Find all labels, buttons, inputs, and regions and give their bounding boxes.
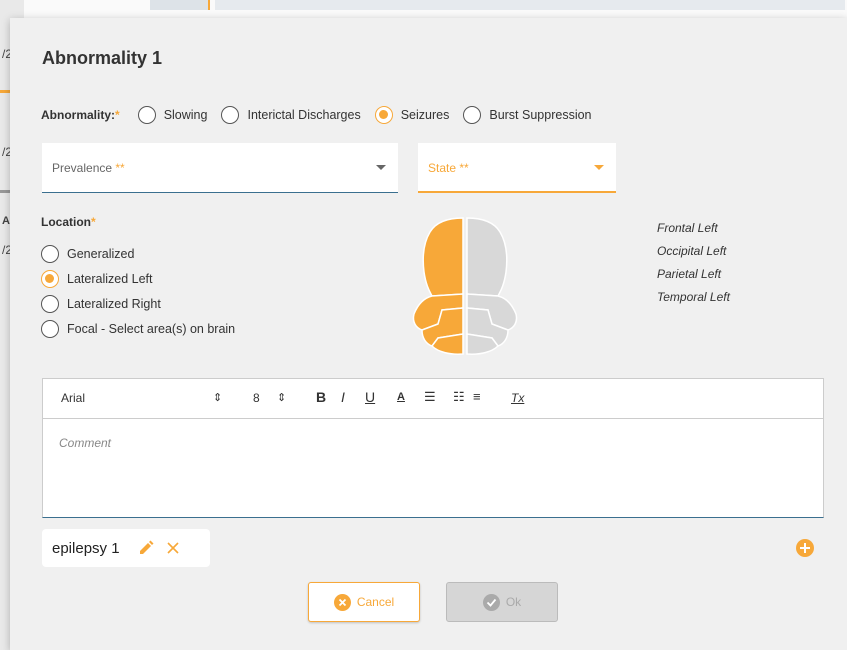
brain-region-frontal-left[interactable] <box>422 217 464 297</box>
radio-lateralized-right[interactable]: Lateralized Right <box>41 291 235 316</box>
chevron-down-icon <box>594 165 604 170</box>
radio-interictal-discharges[interactable]: Interictal Discharges <box>221 106 361 124</box>
check-icon <box>482 593 500 611</box>
close-icon[interactable] <box>166 541 180 555</box>
chip-label: epilepsy 1 <box>52 539 120 557</box>
prevalence-select[interactable]: Prevalence ** <box>42 143 398 193</box>
location-label: Location* <box>41 215 96 229</box>
bold-icon[interactable]: B <box>316 389 326 405</box>
radio-circle[interactable] <box>221 106 240 124</box>
abnormality-dialog: Abnormality 1 Abnormality:* Slowing Inte… <box>10 18 847 650</box>
radio-circle[interactable] <box>137 106 156 124</box>
ok-label: Ok <box>505 595 522 609</box>
brain-region-frontal-right[interactable] <box>466 217 508 297</box>
font-family-select[interactable]: Arial <box>61 391 85 405</box>
font-family-stepper-icon[interactable]: ⇕ <box>213 391 222 404</box>
radio-circle[interactable] <box>41 294 59 313</box>
state-label: State ** <box>428 161 469 175</box>
radio-focal[interactable]: Focal - Select area(s) on brain <box>41 316 235 341</box>
selected-area: Frontal Left <box>657 221 718 235</box>
selected-areas-list: Frontal Left Occipital Left Parietal Lef… <box>657 217 730 309</box>
add-icon[interactable] <box>796 539 814 557</box>
abnormality-label: Abnormality:* <box>41 108 120 122</box>
radio-circle-checked[interactable] <box>41 269 59 288</box>
dialog-title: Abnormality 1 <box>42 48 163 68</box>
comment-editor: Arial ⇕ 8 ⇕ B I U A ☰ ☷ ≡ Tx Comment <box>42 378 824 518</box>
italic-icon[interactable]: I <box>341 389 345 405</box>
align-icon[interactable]: ☰ <box>424 389 436 405</box>
brain-map[interactable] <box>408 216 522 356</box>
font-size-select[interactable]: 8 <box>253 391 260 405</box>
radio-seizures[interactable]: Seizures <box>374 106 449 124</box>
ordered-list-icon[interactable]: ☷ <box>453 389 465 405</box>
radio-circle[interactable] <box>463 106 482 124</box>
background-header <box>215 0 845 10</box>
abnormality-radio-group: Abnormality:* Slowing Interictal Dischar… <box>41 104 606 126</box>
editor-toolbar: Arial ⇕ 8 ⇕ B I U A ☰ ☷ ≡ Tx <box>43 379 823 419</box>
cancel-button[interactable]: Cancel <box>308 582 420 622</box>
radio-lateralized-left[interactable]: Lateralized Left <box>41 266 235 291</box>
ok-button[interactable]: Ok <box>446 582 558 622</box>
background-header <box>150 0 210 10</box>
font-size-stepper-icon[interactable]: ⇕ <box>277 391 286 404</box>
underline-icon[interactable]: U <box>365 389 375 405</box>
diagnosis-chip: epilepsy 1 <box>42 529 210 567</box>
radio-circle[interactable] <box>41 244 59 263</box>
selected-area: Occipital Left <box>657 244 727 258</box>
radio-generalized[interactable]: Generalized <box>41 241 235 266</box>
radio-slowing[interactable]: Slowing <box>137 106 207 124</box>
cancel-label: Cancel <box>356 595 395 609</box>
comment-textarea[interactable]: Comment <box>59 436 111 450</box>
background-accent <box>208 0 210 10</box>
prevalence-label: Prevalence ** <box>52 161 125 175</box>
selected-area: Temporal Left <box>657 290 730 304</box>
location-radio-group: Generalized Lateralized Left Lateralized… <box>41 241 235 341</box>
selected-area: Parietal Left <box>657 267 722 281</box>
radio-burst-suppression[interactable]: Burst Suppression <box>463 106 592 124</box>
radio-circle-checked[interactable] <box>374 106 393 124</box>
text-color-icon[interactable]: A <box>397 391 405 403</box>
pencil-icon[interactable] <box>138 540 154 556</box>
cancel-icon <box>333 593 351 611</box>
state-select[interactable]: State ** <box>418 143 616 193</box>
bullet-list-icon[interactable]: ≡ <box>473 389 481 404</box>
radio-circle[interactable] <box>41 319 59 338</box>
clear-format-icon[interactable]: Tx <box>511 391 524 405</box>
chevron-down-icon <box>376 165 386 170</box>
